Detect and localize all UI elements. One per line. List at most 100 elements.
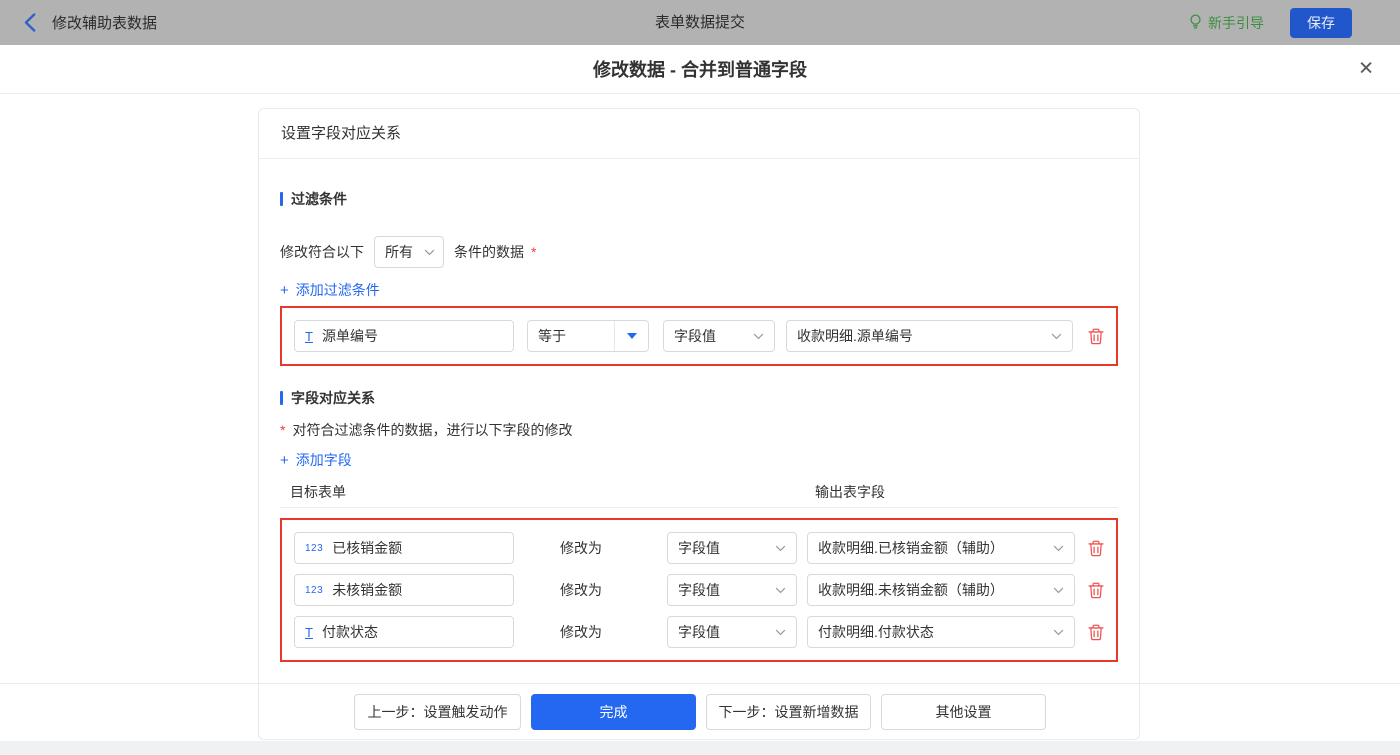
- topbar-left: 修改辅助表数据: [24, 0, 157, 45]
- modal-header: 修改数据 - 合并到普通字段 ✕: [0, 45, 1400, 94]
- done-button[interactable]: 完成: [531, 694, 696, 730]
- value-field-value: 收款明细.源单编号: [797, 328, 913, 344]
- mapping-row: 123 已核销金额 修改为 字段值 收款明细.已核销金额（辅助）: [294, 532, 1104, 564]
- delete-row-trash-icon[interactable]: [1088, 624, 1104, 641]
- mapping-row: 123 未核销金额 修改为 字段值 收款明细.未核销金额（辅助）: [294, 574, 1104, 606]
- chevron-down-icon: [775, 629, 786, 636]
- operator-select[interactable]: 等于: [527, 320, 649, 352]
- topbar: 修改辅助表数据 表单数据提交 新手引导 保存: [0, 0, 1400, 45]
- filter-match-line: 修改符合以下 所有 条件的数据 *: [280, 236, 1118, 268]
- mapping-row: T 付款状态 修改为 字段值 付款明细.付款状态: [294, 616, 1104, 648]
- column-output-field: 输出表字段: [815, 484, 885, 500]
- chevron-down-icon: [1053, 587, 1064, 594]
- add-field-link[interactable]: + 添加字段: [280, 450, 352, 470]
- other-settings-button[interactable]: 其他设置: [881, 694, 1046, 730]
- back-icon[interactable]: [24, 13, 36, 32]
- filter-field-name: 源单编号: [321, 328, 378, 344]
- value-field-select[interactable]: 收款明细.源单编号: [786, 320, 1073, 352]
- plus-icon: +: [280, 281, 289, 299]
- modify-to-label: 修改为: [560, 540, 602, 556]
- lightbulb-icon: [1188, 13, 1203, 33]
- number-field-icon: 123: [305, 542, 324, 554]
- mapping-highlight-box: 123 已核销金额 修改为 字段值 收款明细.已核销金额（辅助） 123 未核销…: [280, 518, 1118, 662]
- chevron-down-icon: [775, 545, 786, 552]
- text-field-icon: T: [305, 328, 313, 344]
- target-field-input[interactable]: 123 已核销金额: [294, 532, 514, 564]
- caret-down-icon[interactable]: [614, 321, 648, 351]
- required-mark: *: [531, 244, 537, 260]
- field-mapping-card: 设置字段对应关系 过滤条件 修改符合以下 所有 条件的数据 * + 添加过滤条件…: [258, 108, 1140, 740]
- modify-to-label: 修改为: [560, 582, 602, 598]
- output-field-value: 收款明细.已核销金额（辅助）: [818, 540, 1004, 556]
- text-field-icon: T: [305, 624, 313, 640]
- chevron-down-icon: [753, 333, 764, 340]
- chevron-down-icon: [1051, 333, 1062, 340]
- value-type-value: 字段值: [678, 624, 720, 640]
- back-label[interactable]: 修改辅助表数据: [52, 12, 157, 33]
- mapping-section-title-text: 字段对应关系: [291, 390, 375, 406]
- add-filter-condition-label: 添加过滤条件: [295, 282, 380, 298]
- value-type-value: 字段值: [678, 582, 720, 598]
- prev-step-button[interactable]: 上一步：设置触发动作: [354, 694, 521, 730]
- footer-buttons: 上一步：设置触发动作 完成 下一步：设置新增数据 其他设置: [0, 694, 1400, 730]
- save-button[interactable]: 保存: [1290, 7, 1352, 38]
- value-type-value: 字段值: [674, 328, 716, 344]
- section-bar-icon: [280, 391, 283, 405]
- mapping-description-text: 对符合过滤条件的数据，进行以下字段的修改: [292, 422, 573, 438]
- footer-divider: [0, 683, 1400, 684]
- output-field-select[interactable]: 收款明细.已核销金额（辅助）: [807, 532, 1075, 564]
- filter-section-title-text: 过滤条件: [291, 191, 347, 207]
- card-content: 过滤条件 修改符合以下 所有 条件的数据 * + 添加过滤条件 T 源单编号 等…: [259, 189, 1139, 662]
- delete-row-trash-icon[interactable]: [1088, 582, 1104, 599]
- output-field-value: 付款明细.付款状态: [818, 624, 934, 640]
- chevron-down-icon: [1053, 629, 1064, 636]
- card-header: 设置字段对应关系: [259, 109, 1139, 159]
- delete-row-trash-icon[interactable]: [1088, 540, 1104, 557]
- filter-condition-highlight-box: T 源单编号 等于 字段值 收款明细.源单编号: [280, 306, 1118, 366]
- match-prefix-text: 修改符合以下: [280, 244, 364, 260]
- topbar-right: 新手引导 保存: [1188, 0, 1352, 45]
- bottom-strip: [0, 741, 1400, 755]
- mapping-table-header: 目标表单 输出表字段: [280, 482, 1118, 508]
- match-mode-value: 所有: [385, 244, 413, 260]
- column-target-form: 目标表单: [290, 484, 346, 500]
- mapping-description: * 对符合过滤条件的数据，进行以下字段的修改: [280, 420, 1118, 440]
- operator-value: 等于: [538, 328, 566, 344]
- chevron-down-icon: [775, 587, 786, 594]
- add-filter-condition-link[interactable]: + 添加过滤条件: [280, 280, 380, 300]
- output-field-select[interactable]: 收款明细.未核销金额（辅助）: [807, 574, 1075, 606]
- required-mark: *: [280, 422, 286, 438]
- next-step-button[interactable]: 下一步：设置新增数据: [706, 694, 871, 730]
- screen: 修改辅助表数据 表单数据提交 新手引导 保存 修改数据 - 合并到普通字段 ✕ …: [0, 0, 1400, 755]
- close-icon[interactable]: ✕: [1358, 60, 1374, 79]
- target-field-name: 已核销金额: [332, 540, 403, 556]
- match-suffix-text: 条件的数据: [454, 244, 524, 260]
- value-type-value: 字段值: [678, 540, 720, 556]
- mapping-section-title: 字段对应关系: [280, 388, 1118, 408]
- value-type-select[interactable]: 字段值: [667, 574, 797, 606]
- add-field-label: 添加字段: [295, 452, 352, 468]
- filter-section-title: 过滤条件: [280, 189, 1118, 209]
- chevron-down-icon: [424, 249, 435, 256]
- section-bar-icon: [280, 192, 283, 206]
- match-mode-select[interactable]: 所有: [374, 236, 444, 268]
- output-field-value: 收款明细.未核销金额（辅助）: [818, 582, 1004, 598]
- modal: 修改数据 - 合并到普通字段 ✕ 设置字段对应关系 过滤条件 修改符合以下 所有: [0, 45, 1400, 755]
- value-type-select[interactable]: 字段值: [667, 616, 797, 648]
- target-field-input[interactable]: T 付款状态: [294, 616, 514, 648]
- plus-icon: +: [280, 451, 289, 469]
- filter-field-input[interactable]: T 源单编号: [294, 320, 514, 352]
- beginner-guide-label: 新手引导: [1208, 14, 1264, 31]
- modify-to-label: 修改为: [560, 624, 602, 640]
- output-field-select[interactable]: 付款明细.付款状态: [807, 616, 1075, 648]
- number-field-icon: 123: [305, 584, 324, 596]
- value-type-select[interactable]: 字段值: [667, 532, 797, 564]
- delete-condition-trash-icon[interactable]: [1088, 328, 1104, 345]
- modal-title: 修改数据 - 合并到普通字段: [593, 60, 807, 80]
- target-field-name: 付款状态: [321, 624, 378, 640]
- value-type-select[interactable]: 字段值: [663, 320, 775, 352]
- beginner-guide-link[interactable]: 新手引导: [1188, 13, 1264, 33]
- filter-condition-row: T 源单编号 等于 字段值 收款明细.源单编号: [294, 320, 1104, 352]
- target-field-input[interactable]: 123 未核销金额: [294, 574, 514, 606]
- chevron-down-icon: [1053, 545, 1064, 552]
